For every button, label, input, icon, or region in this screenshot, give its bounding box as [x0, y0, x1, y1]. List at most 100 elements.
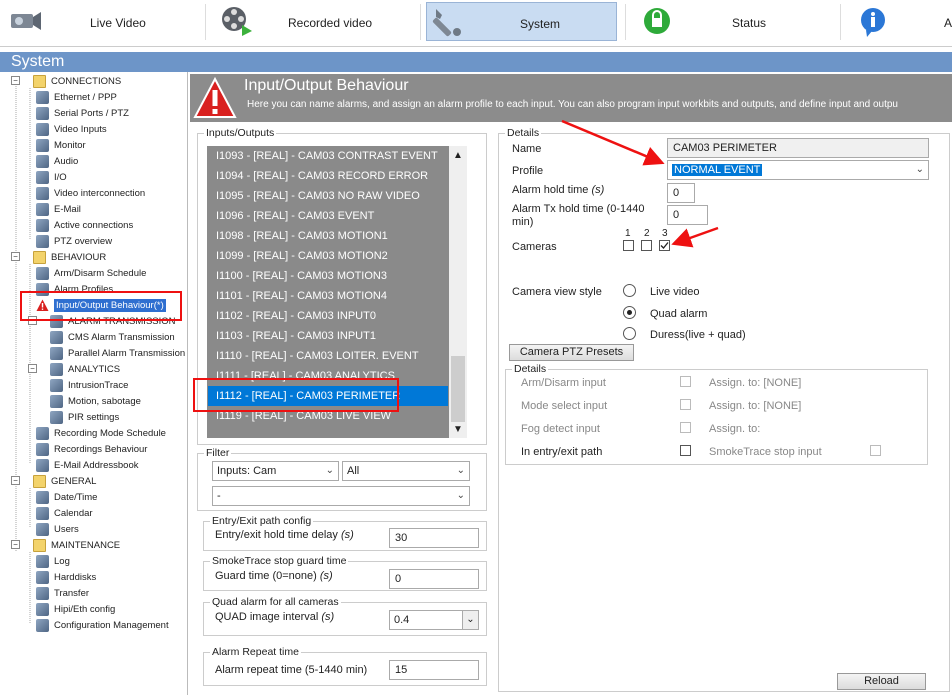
entry-exit-path-checkbox[interactable]: [680, 445, 691, 456]
view-live-radio[interactable]: [623, 284, 636, 297]
sidebar-item-date-time[interactable]: Date/Time: [36, 489, 97, 505]
view-quad-label: Quad alarm: [650, 308, 708, 320]
tree-expander-icon[interactable]: −: [28, 364, 37, 373]
io-list-item[interactable]: I1101 - [REAL] - CAM03 MOTION4: [208, 286, 448, 306]
scroll-down-icon[interactable]: ▼: [453, 424, 463, 435]
sidebar-item-ethernet-ppp[interactable]: Ethernet / PPP: [36, 89, 117, 105]
view-quad-radio[interactable]: [623, 306, 636, 319]
io-list-item[interactable]: I1096 - [REAL] - CAM03 EVENT: [208, 206, 448, 226]
sidebar-item-general[interactable]: GENERAL: [33, 473, 96, 489]
tx-hold-label: Alarm Tx hold time (0-1440 min): [512, 203, 645, 228]
view-duress-radio[interactable]: [623, 327, 636, 340]
sidebar-item-calendar[interactable]: Calendar: [36, 505, 93, 521]
camera-ptz-presets-button[interactable]: Camera PTZ Presets: [509, 344, 634, 361]
video-input-icon: [36, 122, 49, 136]
io-list-item[interactable]: I1110 - [REAL] - CAM03 LOITER. EVENT: [208, 346, 448, 366]
tab-live-video-label: Live Video: [90, 16, 146, 30]
system-bar: System: [0, 52, 952, 72]
sidebar-item-recordings-behaviour[interactable]: Recordings Behaviour: [36, 441, 147, 457]
entry-exit-path-label: In entry/exit path: [521, 446, 603, 458]
sidebar-item-e-mail-addressbook[interactable]: E-Mail Addressbook: [36, 457, 138, 473]
camera-2-checkbox[interactable]: [641, 240, 652, 251]
sidebar-item-label: IntrusionTrace: [68, 379, 129, 391]
hold-input[interactable]: 0: [667, 183, 695, 203]
transfer-icon: [36, 586, 49, 600]
tx-hold-input[interactable]: 0: [667, 205, 708, 225]
repeat-input[interactable]: 15: [389, 660, 479, 680]
entry-exit-input[interactable]: 30: [389, 528, 479, 548]
io-list-item[interactable]: I1098 - [REAL] - CAM03 MOTION1: [208, 226, 448, 246]
name-input[interactable]: CAM03 PERIMETER: [667, 138, 929, 158]
sidebar-item-monitor[interactable]: Monitor: [36, 137, 86, 153]
smoketrace-stop-input-checkbox[interactable]: [870, 445, 881, 456]
tree-expander-icon[interactable]: −: [11, 476, 20, 485]
harddisk-icon: [36, 570, 49, 584]
sidebar-item-intrusiontrace[interactable]: IntrusionTrace: [50, 377, 128, 393]
sidebar-item-audio[interactable]: Audio: [36, 153, 78, 169]
sidebar-item-motion-sabotage[interactable]: Motion, sabotage: [50, 393, 141, 409]
wrench-icon: [430, 5, 464, 42]
smoketrace-input[interactable]: 0: [389, 569, 479, 589]
sidebar-item-parallel-alarm-transmission[interactable]: Parallel Alarm Transmission: [50, 345, 185, 361]
io-list-item[interactable]: I1094 - [REAL] - CAM03 RECORD ERROR: [208, 166, 448, 186]
sidebar-item-maintenance[interactable]: MAINTENANCE: [33, 537, 120, 553]
reload-button[interactable]: Reload: [837, 673, 926, 690]
sidebar-item-behaviour[interactable]: BEHAVIOUR: [33, 249, 106, 265]
tree-expander-icon[interactable]: −: [11, 252, 20, 261]
sidebar-item-serial-ports-ptz[interactable]: Serial Ports / PTZ: [36, 105, 129, 121]
scroll-thumb[interactable]: [451, 356, 465, 422]
filter-sub-select[interactable]: - ⌄: [212, 486, 470, 506]
sidebar-item-analytics[interactable]: ANALYTICS: [50, 361, 120, 377]
sidebar-item-i-o[interactable]: I/O: [36, 169, 67, 185]
sidebar-item-configuration-management[interactable]: Configuration Management: [36, 617, 169, 633]
io-list-item[interactable]: I1100 - [REAL] - CAM03 MOTION3: [208, 266, 448, 286]
sidebar-item-recording-mode-schedule[interactable]: Recording Mode Schedule: [36, 425, 166, 441]
sidebar-item-label: Ethernet / PPP: [54, 91, 117, 103]
sidebar-item-transfer[interactable]: Transfer: [36, 585, 89, 601]
io-list-item[interactable]: I1095 - [REAL] - CAM03 NO RAW VIDEO: [208, 186, 448, 206]
tree-expander-icon[interactable]: −: [11, 76, 20, 85]
sidebar-item-cms-alarm-transmission[interactable]: CMS Alarm Transmission: [50, 329, 175, 345]
sidebar-item-ptz-overview[interactable]: PTZ overview: [36, 233, 112, 249]
sidebar-item-harddisks[interactable]: Harddisks: [36, 569, 96, 585]
sub-details-legend: Details: [514, 363, 547, 375]
info-icon: [858, 6, 888, 41]
mode-select-input-checkbox[interactable]: [680, 399, 691, 410]
sidebar-item-pir-settings[interactable]: PIR settings: [50, 409, 119, 425]
sidebar-item-connections[interactable]: CONNECTIONS: [33, 73, 121, 89]
filter-type-select[interactable]: Inputs: Cam ⌄: [212, 461, 339, 481]
sidebar-item-label: Video Inputs: [54, 123, 107, 135]
io-list-item[interactable]: I1103 - [REAL] - CAM03 INPUT1: [208, 326, 448, 346]
scroll-up-icon[interactable]: ▲: [453, 150, 463, 161]
tab-recorded-video[interactable]: Recorded video: [215, 2, 415, 41]
quad-select[interactable]: 0.4 ⌄: [389, 610, 479, 630]
sidebar-item-active-connections[interactable]: Active connections: [36, 217, 133, 233]
sidebar-item-video-interconnection[interactable]: Video interconnection: [36, 185, 145, 201]
view-duress-label: Duress(live + quad): [650, 329, 746, 341]
tab-system[interactable]: System: [426, 2, 617, 41]
io-list-item[interactable]: I1102 - [REAL] - CAM03 INPUT0: [208, 306, 448, 326]
camera-3-checkbox[interactable]: [659, 240, 670, 251]
sidebar-item-label: E-Mail: [54, 203, 81, 215]
sidebar-item-video-inputs[interactable]: Video Inputs: [36, 121, 107, 137]
tab-live-video[interactable]: Live Video: [0, 2, 200, 41]
sidebar-item-arm-disarm-schedule[interactable]: Arm/Disarm Schedule: [36, 265, 146, 281]
io-list-item[interactable]: I1093 - [REAL] - CAM03 CONTRAST EVENT: [208, 146, 448, 166]
filter-state-select[interactable]: All ⌄: [342, 461, 470, 481]
tab-status[interactable]: Status: [632, 2, 832, 41]
fog-detect-input-checkbox[interactable]: [680, 422, 691, 433]
smoketrace-legend: SmokeTrace stop guard time: [212, 555, 347, 567]
sidebar-item-log[interactable]: Log: [36, 553, 70, 569]
sidebar-item-users[interactable]: Users: [36, 521, 79, 537]
camera-1-checkbox[interactable]: [623, 240, 634, 251]
arm-disarm-input-checkbox[interactable]: [680, 376, 691, 387]
sidebar-item-e-mail[interactable]: E-Mail: [36, 201, 81, 217]
tree-expander-icon[interactable]: −: [11, 540, 20, 549]
sidebar-item-hipi-eth-config[interactable]: Hipi/Eth config: [36, 601, 115, 617]
sidebar-item-label: Date/Time: [54, 491, 98, 503]
io-scrollbar[interactable]: ▲ ▼: [449, 146, 467, 438]
io-list-item[interactable]: I1099 - [REAL] - CAM03 MOTION2: [208, 246, 448, 266]
profile-select[interactable]: NORMAL EVENT ⌄: [667, 160, 929, 180]
tab-about[interactable]: A: [848, 2, 952, 41]
film-reel-icon: [220, 5, 254, 40]
